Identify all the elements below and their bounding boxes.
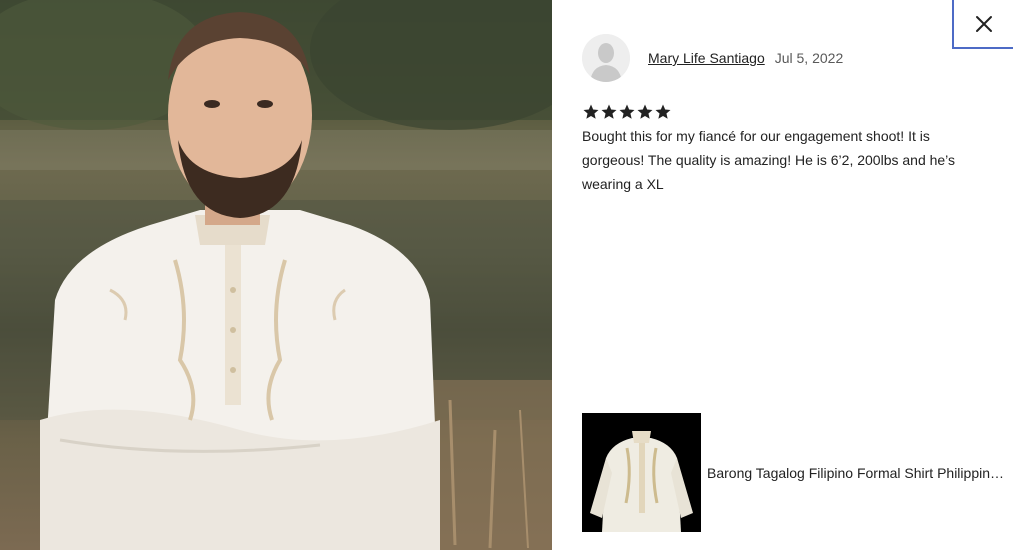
- listing-link[interactable]: Barong Tagalog Filipino Formal Shirt Phi…: [582, 413, 1005, 532]
- star-icon: [619, 104, 635, 119]
- review-date: Jul 5, 2022: [774, 50, 844, 66]
- close-icon: [975, 15, 992, 32]
- star-icon: [583, 104, 599, 119]
- listing-title[interactable]: Barong Tagalog Filipino Formal Shirt Phi…: [707, 465, 1005, 481]
- star-icon: [601, 104, 617, 119]
- star-rating: [582, 103, 672, 121]
- review-photo-illustration: [0, 0, 552, 550]
- review-photo: [0, 0, 552, 550]
- reviewer-name-link[interactable]: Mary Life Santiago: [648, 50, 765, 66]
- avatar[interactable]: [582, 34, 630, 82]
- star-icon: [655, 104, 671, 119]
- star-icon: [637, 104, 653, 119]
- listing-thumbnail-image: [582, 413, 701, 532]
- listing-thumbnail[interactable]: [582, 413, 701, 532]
- review-panel: Mary Life Santiago Jul 5, 2022 Bought th…: [552, 0, 1013, 550]
- default-user-avatar-icon: [582, 34, 630, 82]
- review-text: Bought this for my fiancé for our engage…: [582, 128, 956, 192]
- close-button[interactable]: [952, 0, 1013, 49]
- reviewer-info: Mary Life Santiago Jul 5, 2022: [582, 33, 843, 83]
